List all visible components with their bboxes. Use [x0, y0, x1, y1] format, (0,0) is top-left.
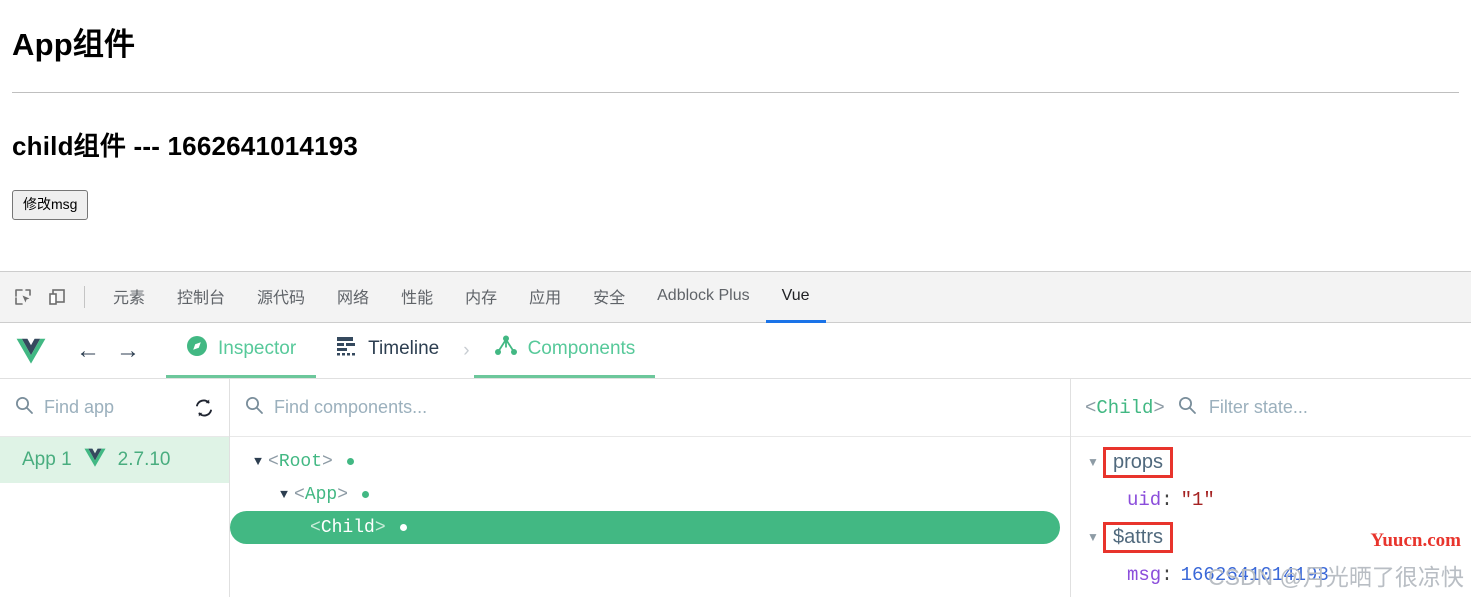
- tree-node-root[interactable]: ▼ < Root >: [230, 445, 1070, 478]
- devtools-tab-security[interactable]: 安全: [577, 272, 641, 323]
- chevron-right-icon: ›: [463, 339, 470, 361]
- device-toolbar-icon[interactable]: [40, 280, 74, 314]
- state-value: 1662641014193: [1180, 563, 1329, 586]
- caret-down-icon[interactable]: ▼: [248, 454, 268, 469]
- state-group-props[interactable]: ▼ props: [1071, 443, 1471, 481]
- app-version-label: 2.7.10: [117, 449, 171, 470]
- find-components-searchbar[interactable]: Find components...: [230, 379, 1070, 437]
- state-list: ▼ props uid: "1" ▼ $attrs msg: 166264101…: [1071, 437, 1471, 593]
- modify-msg-button[interactable]: 修改msg: [12, 190, 89, 220]
- state-group-attrs-label: $attrs: [1103, 521, 1174, 553]
- vue-tab-components-label: Components: [527, 338, 636, 359]
- rendered-web-page: App组件 child组件 --- 1662641014193 修改msg: [0, 0, 1471, 271]
- state-pane-header: <Child> Filter state...: [1071, 379, 1471, 437]
- timeline-icon: [336, 336, 358, 362]
- tree-node-child[interactable]: < Child >: [230, 511, 1060, 544]
- app-list-item[interactable]: App 1 2.7.10: [0, 437, 229, 483]
- vue-tab-timeline[interactable]: Timeline: [316, 323, 459, 378]
- toolbar-divider: [84, 286, 85, 308]
- tree-node-app-label: App: [304, 484, 338, 505]
- caret-down-icon[interactable]: ▼: [1083, 455, 1103, 469]
- search-icon: [1177, 395, 1197, 420]
- vue-tab-inspector[interactable]: Inspector: [166, 323, 317, 378]
- vue-devtools-toolbar: ← → Inspector Timeline › Components: [0, 323, 1471, 379]
- node-status-dot: [399, 524, 407, 531]
- app-name-label: App 1: [22, 449, 72, 470]
- component-tree-pane: Find components... ▼ < Root > ▼ < App > < Chi…: [230, 379, 1071, 597]
- selected-component-label: <Child>: [1085, 396, 1165, 419]
- devtools-tab-application[interactable]: 应用: [513, 272, 577, 323]
- devtools-tab-performance[interactable]: 性能: [385, 272, 449, 323]
- tree-node-root-label: Root: [278, 451, 323, 472]
- devtools-tab-elements[interactable]: 元素: [97, 272, 161, 323]
- devtools-tab-console[interactable]: 控制台: [161, 272, 241, 323]
- find-app-input[interactable]: Find app: [44, 397, 183, 418]
- state-value: "1": [1180, 488, 1215, 511]
- horizontal-rule: [12, 92, 1459, 94]
- devtools-panes: Find app App 1 2.7.10 Find components...…: [0, 379, 1471, 597]
- app-heading: App组件: [12, 27, 136, 62]
- caret-down-icon[interactable]: ▼: [274, 487, 294, 502]
- compass-icon: [186, 335, 208, 363]
- vue-tab-inspector-label: Inspector: [218, 338, 297, 359]
- vue-logo-icon: [16, 338, 46, 364]
- devtools-tab-sources[interactable]: 源代码: [241, 272, 321, 323]
- apps-pane: Find app App 1 2.7.10: [0, 379, 230, 597]
- component-tree: ▼ < Root > ▼ < App > < Child >: [230, 437, 1070, 544]
- components-tree-icon: [494, 335, 518, 363]
- state-key: msg: [1127, 563, 1162, 586]
- vue-tab-components[interactable]: Components: [473, 323, 656, 378]
- back-arrow-icon[interactable]: ←: [68, 331, 108, 371]
- filter-state-input[interactable]: Filter state...: [1209, 397, 1457, 418]
- state-pane: <Child> Filter state... ▼ props uid: "1"…: [1071, 379, 1471, 597]
- find-components-input[interactable]: Find components...: [274, 397, 1056, 418]
- devtools-tab-vue[interactable]: Vue: [765, 272, 826, 323]
- tree-node-child-label: Child: [320, 517, 375, 538]
- node-status-dot: [362, 491, 370, 498]
- find-app-searchbar[interactable]: Find app: [0, 379, 229, 437]
- search-icon: [244, 395, 264, 420]
- devtools-tab-memory[interactable]: 内存: [449, 272, 513, 323]
- state-entry-uid[interactable]: uid: "1": [1071, 481, 1471, 518]
- vue-logo-icon-small: [84, 448, 106, 473]
- devtools-tab-adblock-plus[interactable]: Adblock Plus: [641, 272, 766, 323]
- refresh-icon[interactable]: [193, 398, 215, 418]
- caret-down-icon[interactable]: ▼: [1083, 530, 1103, 544]
- search-icon: [14, 395, 34, 420]
- devtools-tab-network[interactable]: 网络: [321, 272, 385, 323]
- devtools-tabbar: 元素 控制台 源代码 网络 性能 内存 应用 安全 Adblock Plus V…: [0, 271, 1471, 323]
- forward-arrow-icon[interactable]: →: [108, 331, 148, 371]
- node-status-dot: [346, 458, 354, 465]
- state-group-attrs[interactable]: ▼ $attrs: [1071, 518, 1471, 556]
- tree-node-app[interactable]: ▼ < App >: [230, 478, 1070, 511]
- inspect-element-icon[interactable]: [6, 280, 40, 314]
- child-heading: child组件 --- 1662641014193: [12, 131, 359, 162]
- state-group-props-label: props: [1103, 446, 1174, 478]
- state-key: uid: [1127, 488, 1162, 511]
- state-entry-msg[interactable]: msg: 1662641014193: [1071, 556, 1471, 593]
- vue-tab-timeline-label: Timeline: [368, 338, 440, 359]
